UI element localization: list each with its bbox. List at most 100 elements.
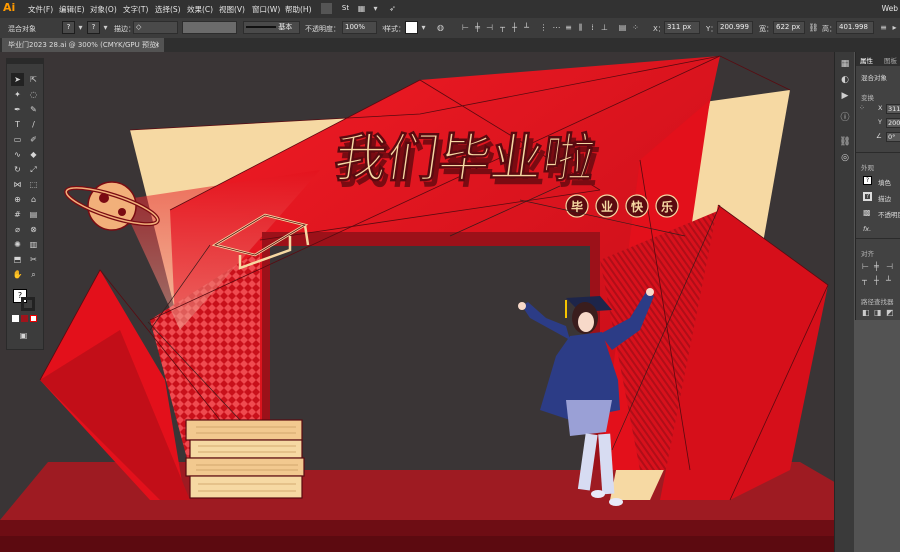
fx-icon[interactable]: fx. [863, 225, 871, 233]
pathfinder-intersect-icon[interactable]: ◩ [886, 308, 894, 317]
arrange-icon[interactable]: ▦ [356, 3, 367, 14]
fill-dropdown-icon[interactable]: ▾ [75, 22, 86, 33]
prop-rotation-input[interactable]: 0° [886, 132, 900, 142]
artboard-canvas[interactable]: 我们毕业啦 我们毕业啦 毕 业 快 乐 [0, 52, 834, 552]
stroke-swatch[interactable]: ? [87, 21, 100, 34]
menu-window[interactable]: 窗口(W) [252, 4, 280, 15]
curvature-icon[interactable]: ✎ [27, 103, 40, 116]
free-transform-icon[interactable]: ⬚ [27, 178, 40, 191]
appearance-dock-icon[interactable]: ◎ [839, 152, 851, 164]
shaper-icon[interactable]: ∿ [11, 148, 24, 161]
align-top-icon[interactable]: ┬ [862, 276, 867, 285]
shape-builder-icon[interactable]: ⊕ [11, 193, 24, 206]
more-options-icon[interactable]: ≡ [878, 22, 889, 33]
gpu-rocket-icon[interactable]: ➶ [387, 3, 398, 14]
tab-artboards[interactable]: 图板 [884, 55, 897, 65]
align-hcenter-icon[interactable]: ╪ [472, 22, 483, 33]
menu-file[interactable]: 文件(F) [28, 4, 53, 15]
bridge-icon[interactable] [321, 3, 332, 14]
menu-help[interactable]: 帮助(H) [285, 4, 312, 15]
blend-icon[interactable]: ⊗ [27, 223, 40, 236]
gradient-icon[interactable]: ▤ [27, 208, 40, 221]
slice-icon[interactable]: ✂ [27, 253, 40, 266]
panel-menu-icon[interactable]: ▸ [889, 22, 900, 33]
info-dock-icon[interactable]: ⓘ [839, 112, 851, 124]
screen-mode-icon[interactable]: ▣ [17, 329, 30, 342]
prop-x-input[interactable]: 311 [886, 104, 900, 114]
eyedropper-icon[interactable]: ⌀ [11, 223, 24, 236]
menu-object[interactable]: 对象(O) [90, 4, 117, 15]
align-bottom-icon[interactable]: ┴ [521, 22, 532, 33]
color-dock-icon[interactable]: ◐ [839, 74, 851, 86]
fill-swatch[interactable]: ? [62, 21, 75, 34]
prop-fill-swatch[interactable]: ? [863, 176, 872, 185]
artboard-icon[interactable]: ⬒ [11, 253, 24, 266]
distribute-h-icon[interactable]: ⋯ [551, 22, 562, 33]
close-tab-icon[interactable]: × [154, 38, 160, 52]
menu-view[interactable]: 视图(V) [219, 4, 245, 15]
style-dropdown-icon[interactable]: ▾ [418, 22, 429, 33]
distribute-bottom-icon[interactable]: ⊥ [599, 22, 610, 33]
zoom-icon[interactable]: ⌕ [27, 268, 40, 281]
direct-selection-icon[interactable]: ⇱ [27, 73, 40, 86]
opacity-checker-icon[interactable]: ▩ [863, 208, 871, 217]
lasso-icon[interactable]: ◌ [27, 88, 40, 101]
stroke-color-swatch[interactable] [21, 297, 35, 311]
symbol-sprayer-icon[interactable]: ✺ [11, 238, 24, 251]
scale-icon[interactable]: ⤢ [27, 163, 40, 176]
x-input[interactable]: 311 px [664, 21, 700, 34]
distribute-space-icon[interactable]: ⫼ [575, 22, 586, 33]
mesh-icon[interactable]: # [11, 208, 24, 221]
rectangle-icon[interactable]: ▭ [11, 133, 24, 146]
workspace-switcher[interactable]: Web [882, 4, 898, 13]
tab-properties[interactable]: 属性 [860, 55, 873, 65]
stroke-dropdown-icon[interactable]: ▾ [100, 22, 111, 33]
chevron-down-icon[interactable]: ▾ [370, 3, 381, 14]
align-left-icon[interactable]: ⊢ [460, 22, 471, 33]
gradient-mode-icon[interactable] [21, 315, 28, 322]
pathfinder-unite-icon[interactable]: ◧ [862, 308, 870, 317]
selection-tool-icon[interactable]: ➤ [11, 73, 24, 86]
width-icon[interactable]: ⋈ [11, 178, 24, 191]
distribute-v-icon[interactable]: ≡ [563, 22, 574, 33]
none-mode-icon[interactable] [30, 315, 37, 322]
align-bottom-icon[interactable]: ┴ [886, 276, 891, 285]
tools-panel-header[interactable] [7, 59, 43, 64]
menu-effect[interactable]: 效果(C) [187, 4, 213, 15]
eraser-icon[interactable]: ◆ [27, 148, 40, 161]
color-mode-icon[interactable] [12, 315, 19, 322]
play-dock-icon[interactable]: ▶ [839, 90, 851, 102]
w-input[interactable]: 622 px [773, 21, 805, 34]
graphic-style-swatch[interactable] [405, 21, 418, 34]
align-right-icon[interactable]: ⊣ [484, 22, 495, 33]
recolor-icon[interactable]: ◍ [435, 22, 446, 33]
transform-options-icon[interactable]: ▤ [617, 22, 628, 33]
align-left-icon[interactable]: ⊢ [862, 262, 869, 271]
h-input[interactable]: 401.998 [836, 21, 874, 34]
perspective-icon[interactable]: ⌂ [27, 193, 40, 206]
reference-point-icon[interactable]: ⁘ [630, 22, 641, 33]
graph-icon[interactable]: ▥ [27, 238, 40, 251]
align-right-icon[interactable]: ⊣ [886, 262, 893, 271]
y-input[interactable]: 200.999 [717, 21, 753, 34]
line-icon[interactable]: / [27, 118, 40, 131]
brush-icon[interactable]: ✐ [27, 133, 40, 146]
menu-select[interactable]: 选择(S) [155, 4, 181, 15]
type-icon[interactable]: T [11, 118, 24, 131]
prop-stroke-swatch[interactable]: ? [863, 192, 872, 201]
properties-dock-icon[interactable]: ▦ [839, 58, 851, 70]
rotate-icon[interactable]: ↻ [11, 163, 24, 176]
menu-edit[interactable]: 编辑(E) [59, 4, 85, 15]
pen-icon[interactable]: ✒ [11, 103, 24, 116]
align-vcenter-icon[interactable]: ┼ [509, 22, 520, 33]
prop-y-input[interactable]: 200 [886, 118, 900, 128]
opacity-input[interactable]: 100% [342, 21, 377, 34]
align-top-icon[interactable]: ┬ [497, 22, 508, 33]
align-center-icon[interactable]: ╪ [874, 262, 879, 271]
document-tab[interactable]: 毕业门2023 28.ai @ 300% (CMYK/GPU 预览) × [2, 38, 164, 52]
menu-type[interactable]: 文字(T) [123, 4, 148, 15]
brush-definition[interactable]: 基本 [243, 21, 300, 34]
stroke-weight-input[interactable]: ◇ [133, 21, 178, 34]
hand-icon[interactable]: ✋ [11, 268, 24, 281]
artwork[interactable]: 我们毕业啦 我们毕业啦 毕 业 快 乐 [0, 52, 834, 552]
